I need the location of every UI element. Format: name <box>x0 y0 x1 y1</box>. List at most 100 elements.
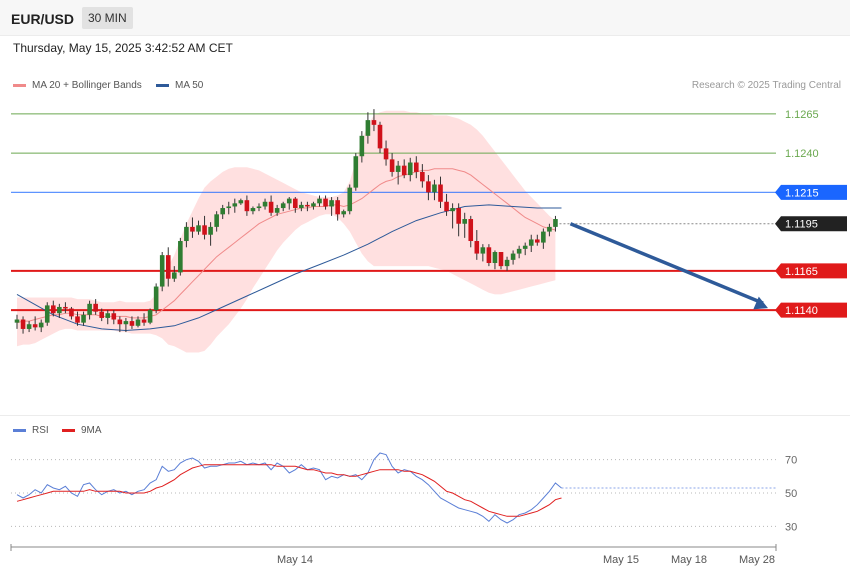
candle-body <box>305 204 310 207</box>
level-label: 1.1195 <box>785 219 818 231</box>
candle-body <box>444 201 449 212</box>
candle-body <box>244 200 250 212</box>
candle-body <box>347 187 353 212</box>
candle-body <box>280 203 286 209</box>
candle-body <box>535 239 540 243</box>
time-axis-label: May 28 <box>739 554 775 566</box>
candle-body <box>426 181 431 193</box>
candle-body <box>165 255 171 279</box>
candle-body <box>450 208 455 212</box>
candle-body <box>486 247 492 263</box>
candle-body <box>190 226 195 232</box>
candle-body <box>153 286 159 311</box>
level-label: 1.1140 <box>785 305 818 317</box>
candle-body <box>468 219 474 242</box>
candle <box>347 184 353 215</box>
candle-body <box>141 319 147 323</box>
candle-body <box>93 303 98 312</box>
level-labels-layer: 1.1265 1.1240 1.1215 1.1195 1.1165 1.1140 <box>569 109 847 318</box>
candle-body <box>51 305 56 314</box>
level-label: 1.1265 <box>785 109 819 121</box>
candle <box>377 121 383 154</box>
rsi-tick-label: 50 <box>785 488 797 500</box>
candle-body <box>178 241 183 273</box>
candle-body <box>87 303 92 315</box>
candle-body <box>341 211 346 215</box>
level-label: 1.1165 <box>785 266 818 278</box>
candle-body <box>371 120 377 125</box>
candle <box>44 302 50 326</box>
candle-body <box>32 324 38 328</box>
candle-body <box>323 198 328 207</box>
candle-body <box>196 225 201 232</box>
time-axis: May 14 May 15 May 18 May 28 <box>10 544 777 566</box>
candle-body <box>250 208 256 212</box>
bollinger-band-layer <box>17 110 556 353</box>
candle-body <box>262 201 268 207</box>
candle-body <box>480 247 486 254</box>
candle-body <box>226 206 232 209</box>
bollinger-band <box>17 110 556 353</box>
candle-body <box>184 226 189 242</box>
candle-body <box>353 156 359 188</box>
time-axis-label: May 18 <box>671 554 707 566</box>
level-label: 1.1215 <box>785 187 819 199</box>
candle-body <box>541 231 546 243</box>
candle-body <box>111 313 117 320</box>
candle-body <box>117 319 123 325</box>
candle <box>147 308 153 325</box>
candle-body <box>317 198 322 204</box>
candle-body <box>232 203 238 207</box>
candle-body <box>462 219 467 224</box>
candle-body <box>299 204 304 209</box>
candle-body <box>516 248 522 254</box>
candle-body <box>14 319 20 323</box>
candle-body <box>498 252 504 267</box>
candle-body <box>432 184 437 193</box>
candle <box>486 244 492 267</box>
candle-body <box>75 316 80 323</box>
candle <box>153 283 159 314</box>
candle-body <box>456 208 461 224</box>
candle-body <box>63 306 68 309</box>
candle <box>178 237 183 276</box>
candle-body <box>57 306 62 314</box>
candle-body <box>528 239 534 246</box>
candle <box>353 153 359 191</box>
candle-body <box>38 322 44 328</box>
rsi-tick-label: 30 <box>785 521 797 533</box>
candle-body <box>202 225 207 235</box>
candle-body <box>547 226 552 232</box>
candle-body <box>286 198 292 204</box>
candle-body <box>208 226 213 235</box>
candle-body <box>26 324 32 329</box>
candle-body <box>220 208 225 215</box>
candle-body <box>268 201 274 213</box>
level-label: 1.1240 <box>785 148 819 160</box>
candle-body <box>159 255 165 287</box>
candle-body <box>335 200 340 215</box>
candle-body <box>274 208 280 213</box>
candle-body <box>99 311 104 318</box>
candle-body <box>504 259 510 267</box>
candle-body <box>147 310 153 323</box>
candle-body <box>420 171 425 182</box>
candle-body <box>414 162 419 172</box>
candle-body <box>365 120 371 136</box>
candle-body <box>492 252 498 263</box>
candle-body <box>81 314 86 323</box>
price-chart[interactable]: 1.1265 1.1240 1.1215 1.1195 1.1165 1.1140 70 5… <box>0 0 850 576</box>
candle-body <box>359 135 365 157</box>
candle-body <box>474 241 480 254</box>
candle-body <box>129 321 135 326</box>
rsi-panel: 70 50 30 <box>11 452 797 533</box>
candle-body <box>172 272 177 279</box>
candle-body <box>395 165 401 172</box>
rsi-tick-label: 70 <box>785 455 797 467</box>
candle-body <box>238 200 244 204</box>
candle-body <box>69 308 74 317</box>
candle-body <box>438 184 443 202</box>
candle <box>159 252 165 292</box>
candle-body <box>407 162 413 176</box>
candle-body <box>214 214 219 227</box>
